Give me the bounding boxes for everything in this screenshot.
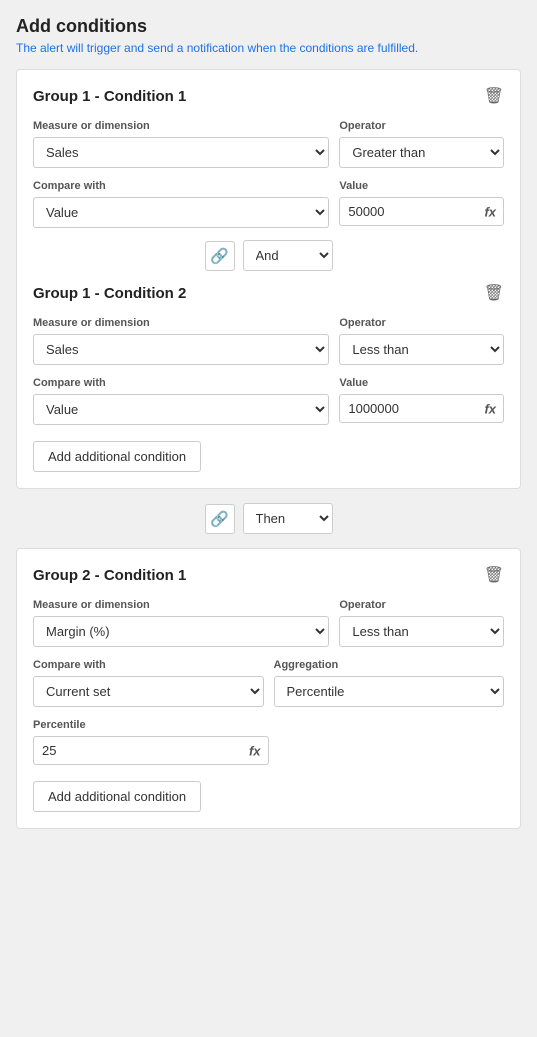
group1-c1-measure-select[interactable]: Sales bbox=[33, 137, 329, 168]
page-title: Add conditions bbox=[16, 16, 521, 37]
group2-c1-aggregation-col: Aggregation Percentile Average Sum Min M… bbox=[274, 659, 505, 707]
group2-c1-compare-col: Compare with Value Current set Previous … bbox=[33, 659, 264, 707]
group1-c1-measure-label: Measure or dimension bbox=[33, 120, 329, 132]
group1-condition2: Group 1 - Condition 2 🗑 Measure or dimen… bbox=[33, 283, 504, 425]
group1-c2-measure-col: Measure or dimension Sales bbox=[33, 317, 329, 365]
group1-c1-measure-row: Measure or dimension Sales Operator Grea… bbox=[33, 120, 504, 168]
group1-c2-measure-label: Measure or dimension bbox=[33, 317, 329, 329]
group2-c1-percentile-label: Percentile bbox=[33, 719, 504, 731]
group1-connector-row: 🔗 And Or bbox=[33, 240, 504, 271]
group1-add-condition-button[interactable]: Add additional condition bbox=[33, 441, 201, 472]
group2-c1-aggregation-select[interactable]: Percentile Average Sum Min Max bbox=[274, 676, 505, 707]
group1-c2-fx-button[interactable]: fx bbox=[480, 399, 500, 418]
group1-link-icon[interactable]: 🔗 bbox=[205, 241, 235, 271]
group2-c1-compare-label: Compare with bbox=[33, 659, 264, 671]
group1-condition2-title: Group 1 - Condition 2 bbox=[33, 285, 186, 302]
group1-c1-operator-col: Operator Greater than Less than Equal to bbox=[339, 120, 504, 168]
group1-c2-value-wrapper: fx bbox=[339, 394, 504, 423]
group1-c2-compare-label: Compare with bbox=[33, 377, 329, 389]
group1-c1-compare-col: Compare with Value Current set Previous … bbox=[33, 180, 329, 228]
group2-c1-percentile-input[interactable] bbox=[33, 736, 269, 765]
between-groups-link-icon[interactable]: 🔗 bbox=[205, 504, 235, 534]
group2-add-condition-button[interactable]: Add additional condition bbox=[33, 781, 201, 812]
page-subtitle: The alert will trigger and send a notifi… bbox=[16, 41, 521, 55]
group1-c2-operator-select[interactable]: Greater than Less than Equal to bbox=[339, 334, 504, 365]
group1-condition1: Group 1 - Condition 1 🗑 Measure or dimen… bbox=[33, 86, 504, 228]
group1-condition1-delete-icon[interactable]: 🗑 bbox=[484, 86, 504, 106]
group2-c1-measure-label: Measure or dimension bbox=[33, 599, 329, 611]
group2-card: Group 2 - Condition 1 🗑 Measure or dimen… bbox=[16, 548, 521, 829]
group2-c1-operator-label: Operator bbox=[339, 599, 504, 611]
group1-connector-select[interactable]: And Or bbox=[243, 240, 333, 271]
group1-c1-measure-col: Measure or dimension Sales bbox=[33, 120, 329, 168]
group1-c1-value-label: Value bbox=[339, 180, 504, 192]
group2-condition1: Group 2 - Condition 1 🗑 Measure or dimen… bbox=[33, 565, 504, 765]
group1-c2-compare-col: Compare with Value Current set Previous … bbox=[33, 377, 329, 425]
group2-condition1-delete-icon[interactable]: 🗑 bbox=[484, 565, 504, 585]
group1-c1-value-input[interactable] bbox=[339, 197, 504, 226]
group1-card: Group 1 - Condition 1 🗑 Measure or dimen… bbox=[16, 69, 521, 489]
between-groups-select[interactable]: Then And Or bbox=[243, 503, 333, 534]
group2-condition1-header: Group 2 - Condition 1 🗑 bbox=[33, 565, 504, 585]
group1-c2-compare-select[interactable]: Value Current set Previous period bbox=[33, 394, 329, 425]
group1-c2-measure-select[interactable]: Sales bbox=[33, 334, 329, 365]
group2-c1-percentile-wrapper: fx bbox=[33, 736, 269, 765]
group1-c1-compare-label: Compare with bbox=[33, 180, 329, 192]
group1-c2-value-col: Value fx bbox=[339, 377, 504, 425]
group1-c1-operator-label: Operator bbox=[339, 120, 504, 132]
group2-c1-compare-select[interactable]: Value Current set Previous period bbox=[33, 676, 264, 707]
group1-c1-value-col: Value fx bbox=[339, 180, 504, 228]
group2-c1-compare-row: Compare with Value Current set Previous … bbox=[33, 659, 504, 707]
group2-c1-operator-col: Operator Greater than Less than Equal to bbox=[339, 599, 504, 647]
group1-c2-value-input[interactable] bbox=[339, 394, 504, 423]
group1-c1-compare-select[interactable]: Value Current set Previous period bbox=[33, 197, 329, 228]
group2-c1-fx-button[interactable]: fx bbox=[245, 741, 265, 760]
group2-condition1-title: Group 2 - Condition 1 bbox=[33, 567, 186, 584]
group1-c1-operator-select[interactable]: Greater than Less than Equal to bbox=[339, 137, 504, 168]
group1-condition2-delete-icon[interactable]: 🗑 bbox=[484, 283, 504, 303]
group2-c1-aggregation-label: Aggregation bbox=[274, 659, 505, 671]
between-groups-connector: 🔗 Then And Or bbox=[16, 503, 521, 534]
group1-c1-value-wrapper: fx bbox=[339, 197, 504, 226]
group1-condition1-header: Group 1 - Condition 1 🗑 bbox=[33, 86, 504, 106]
group2-c1-measure-col: Measure or dimension Margin (%) Sales bbox=[33, 599, 329, 647]
group1-c2-measure-row: Measure or dimension Sales Operator Grea… bbox=[33, 317, 504, 365]
group1-c2-operator-col: Operator Greater than Less than Equal to bbox=[339, 317, 504, 365]
group2-c1-measure-row: Measure or dimension Margin (%) Sales Op… bbox=[33, 599, 504, 647]
group1-condition1-title: Group 1 - Condition 1 bbox=[33, 88, 186, 105]
group1-c2-operator-label: Operator bbox=[339, 317, 504, 329]
group1-c1-compare-row: Compare with Value Current set Previous … bbox=[33, 180, 504, 228]
group2-c1-measure-select[interactable]: Margin (%) Sales bbox=[33, 616, 329, 647]
group2-c1-percentile-section: Percentile fx bbox=[33, 719, 504, 765]
group1-c2-compare-row: Compare with Value Current set Previous … bbox=[33, 377, 504, 425]
group1-condition2-header: Group 1 - Condition 2 🗑 bbox=[33, 283, 504, 303]
group2-c1-operator-select[interactable]: Greater than Less than Equal to bbox=[339, 616, 504, 647]
group1-c1-fx-button[interactable]: fx bbox=[480, 202, 500, 221]
group1-c2-value-label: Value bbox=[339, 377, 504, 389]
